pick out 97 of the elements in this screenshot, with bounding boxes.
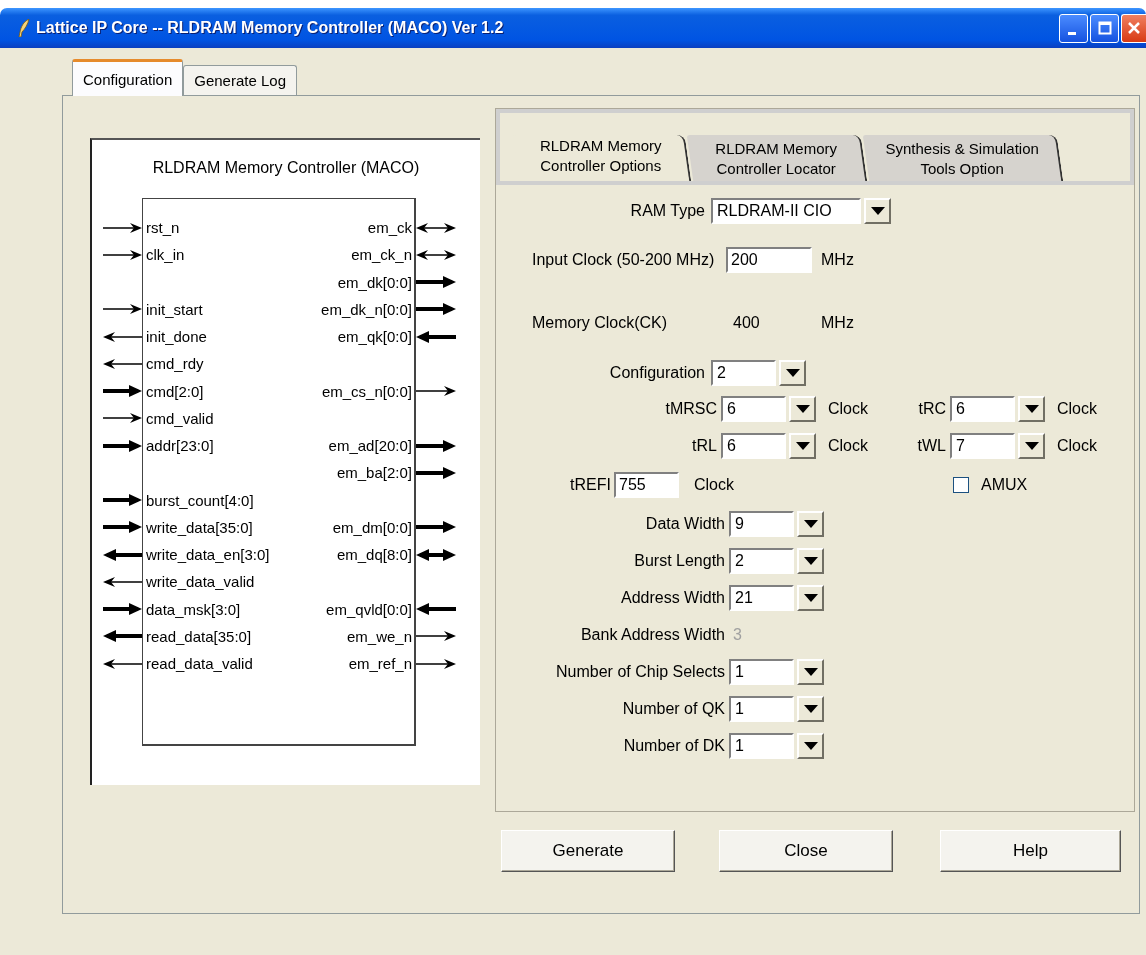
tab[interactable]: RLDRAM Memory Controller Locator	[686, 135, 868, 181]
field-label: Number of Chip Selects	[555, 663, 725, 681]
checkbox-label: AMUX	[981, 476, 1028, 494]
field-label: tMRSC	[664, 400, 717, 418]
pin-label: em_dm[0:0]	[331, 518, 413, 536]
caret-icon	[803, 594, 818, 602]
pin-label: init_done	[145, 328, 208, 346]
window-title: Lattice IP Core -- RLDRAM Memory Controller (MACO) Ver 1.2	[36, 19, 505, 37]
close-icon	[1127, 21, 1141, 35]
minimize-icon	[1067, 31, 1076, 35]
tab[interactable]: Configuration	[72, 59, 184, 96]
field-label: tWL	[916, 437, 946, 455]
field-label: Input Clock (50-200 MHz)	[532, 251, 716, 269]
text-field[interactable]: 755	[614, 472, 679, 498]
pin-label: write_data_valid	[145, 573, 256, 591]
field-label: Memory Clock(CK)	[532, 314, 669, 332]
pin-label: data_msk[3:0]	[145, 600, 242, 618]
text-field[interactable]: 200	[726, 247, 812, 273]
minimize-button[interactable]	[1059, 13, 1088, 43]
caret-icon	[803, 668, 818, 676]
dropdown-button[interactable]	[864, 198, 891, 224]
readout-value: 3	[733, 626, 742, 644]
diagram-title: RLDRAM Memory Controller (MACO)	[151, 158, 421, 178]
readout-value: 400	[733, 314, 761, 332]
unit-label: Clock	[1057, 437, 1098, 455]
pin-label: cmd[2:0]	[145, 382, 205, 400]
dropdown-button[interactable]	[789, 396, 816, 422]
pin-label: em_qk[0:0]	[336, 328, 413, 346]
field-label: Configuration	[608, 364, 705, 382]
caret-icon	[795, 442, 810, 450]
pin-label: em_ck	[366, 219, 413, 237]
help-button[interactable]: Help	[940, 830, 1121, 872]
pin-label: em_dk[0:0]	[336, 273, 413, 291]
caret-icon	[785, 369, 800, 377]
dropdown-button[interactable]	[797, 733, 824, 759]
pin-label: em_dq[8:0]	[335, 546, 413, 564]
caret-icon	[870, 207, 885, 215]
pin-label: em_we_n	[345, 627, 413, 645]
dropdown-button[interactable]	[797, 696, 824, 722]
dropdown-button[interactable]	[797, 585, 824, 611]
caret-icon	[803, 520, 818, 528]
field-label: tRC	[917, 400, 946, 418]
caret-icon	[795, 405, 810, 413]
pin-label: read_data_valid	[145, 655, 254, 673]
caret-icon	[1024, 442, 1039, 450]
pin-label: em_ck_n	[350, 246, 413, 264]
unit-label: Clock	[1057, 400, 1098, 418]
caret-icon	[803, 557, 818, 565]
field-label: Address Width	[619, 589, 725, 607]
dropdown-button[interactable]	[797, 511, 824, 537]
field-label: Burst Length	[633, 552, 725, 570]
dropdown-button[interactable]	[797, 548, 824, 574]
close-button[interactable]: Close	[719, 830, 893, 872]
unit-label: MHz	[821, 251, 854, 269]
pin-label: em_dk_n[0:0]	[320, 300, 413, 318]
unit-label: Clock	[694, 476, 735, 494]
pin-label: addr[23:0]	[145, 437, 215, 455]
pin-label: em_ba[2:0]	[335, 464, 413, 482]
pin-label: init_start	[145, 300, 204, 318]
pin-label: cmd_rdy	[145, 355, 205, 373]
maximize-icon	[1097, 21, 1112, 35]
maximize-button[interactable]	[1090, 13, 1119, 43]
pin-label: em_ad[20:0]	[327, 437, 413, 455]
caret-icon	[803, 742, 818, 750]
checkbox[interactable]	[953, 477, 969, 493]
dropdown-button[interactable]	[789, 433, 816, 459]
dropdown-button[interactable]	[1018, 433, 1045, 459]
tab[interactable]: Generate Log	[183, 65, 297, 95]
pin-label: em_cs_n[0:0]	[320, 382, 413, 400]
dropdown-button[interactable]	[1018, 396, 1045, 422]
pin-label: write_data[35:0]	[145, 518, 254, 536]
quill-icon	[18, 19, 30, 37]
dropdown-button[interactable]	[779, 360, 806, 386]
generate-button[interactable]: Generate	[501, 830, 675, 872]
dropdown-button[interactable]	[797, 659, 824, 685]
field-label: tRL	[691, 437, 717, 455]
unit-label: MHz	[821, 314, 854, 332]
unit-label: Clock	[828, 400, 869, 418]
unit-label: Clock	[828, 437, 869, 455]
field-label: tREFI	[569, 476, 611, 494]
field-label: Bank Address Width	[579, 626, 725, 644]
pin-label: burst_count[4:0]	[145, 491, 255, 509]
field-label: Number of DK	[622, 737, 725, 755]
pin-label: cmd_valid	[145, 409, 215, 427]
field-label: RAM Type	[629, 202, 705, 220]
pin-label: write_data_en[3:0]	[145, 546, 271, 564]
pin-label: em_qvld[0:0]	[325, 600, 413, 618]
pin-label: rst_n	[145, 219, 181, 237]
caret-icon	[803, 705, 818, 713]
field-label: Data Width	[644, 515, 725, 533]
tab[interactable]: Synthesis & Simulation Tools Option	[862, 135, 1064, 181]
pin-label: clk_in	[145, 246, 186, 264]
pin-label: read_data[35:0]	[145, 627, 253, 645]
caret-icon	[1024, 405, 1039, 413]
close-button[interactable]	[1121, 13, 1146, 43]
pin-label: em_ref_n	[347, 655, 413, 673]
field-label: Number of QK	[621, 700, 725, 718]
